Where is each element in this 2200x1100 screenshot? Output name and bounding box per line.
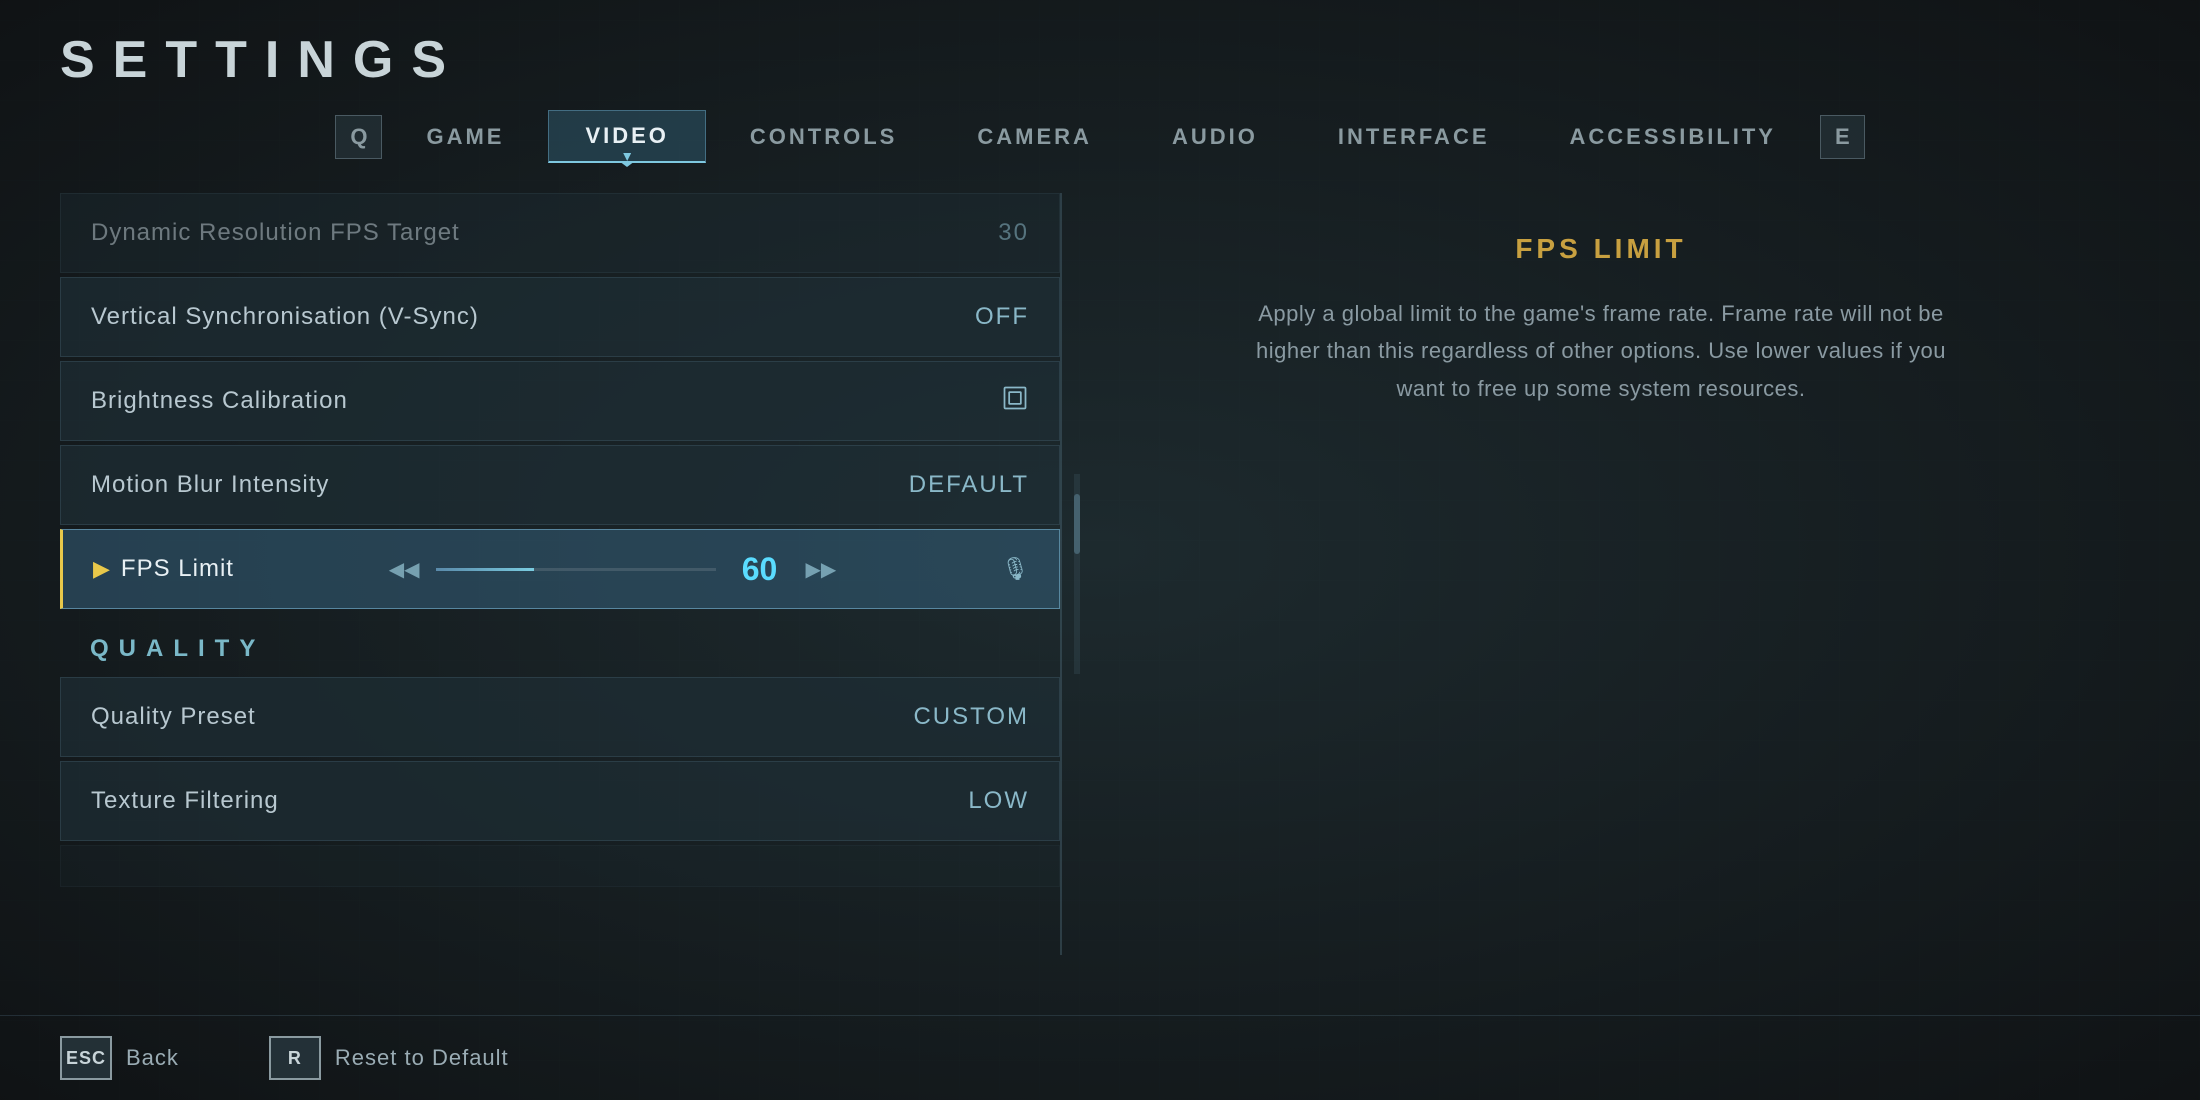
setting-row-texture-filtering[interactable]: Texture Filtering LOW <box>60 761 1060 841</box>
setting-row-brightness[interactable]: Brightness Calibration <box>60 361 1060 441</box>
footer: ESC Back R Reset to Default <box>0 1015 2200 1100</box>
settings-panel: Dynamic Resolution FPS Target 30 Vertica… <box>60 193 1060 955</box>
quality-preset-label: Quality Preset <box>91 703 256 731</box>
active-tab-indicator <box>623 153 631 161</box>
dynamic-resolution-label: Dynamic Resolution FPS Target <box>91 219 460 247</box>
active-row-indicator: ▶ <box>93 556 111 582</box>
scrollbar-thumb <box>1074 494 1080 554</box>
fps-limit-slider-container[interactable]: ◀◀ 60 ▶▶ <box>389 551 837 588</box>
setting-row-fps-limit[interactable]: ▶ FPS Limit ◀◀ 60 ▶ <box>60 529 1060 609</box>
back-key-badge: ESC <box>60 1036 112 1080</box>
reset-label: Reset to Default <box>335 1045 509 1071</box>
setting-row-partial <box>60 845 1060 887</box>
fps-slider-value-group: 60 <box>436 551 790 588</box>
nav-bracket-right[interactable]: E <box>1820 115 1865 159</box>
info-description: Apply a global limit to the game's frame… <box>1251 295 1951 407</box>
fps-limit-label: FPS Limit <box>121 555 234 583</box>
content-area: Dynamic Resolution FPS Target 30 Vertica… <box>0 163 2200 1015</box>
tab-interface[interactable]: INTERFACE <box>1302 112 1526 162</box>
page-title: SETTINGS <box>60 30 2140 90</box>
reset-key-badge: R <box>269 1036 321 1080</box>
scrollbar[interactable] <box>1074 474 1080 674</box>
tab-accessibility[interactable]: ACCESSIBILITY <box>1534 112 1812 162</box>
tab-audio[interactable]: AUDIO <box>1136 112 1294 162</box>
texture-filtering-label: Texture Filtering <box>91 787 279 815</box>
slider-arrow-right[interactable]: ▶▶ <box>806 557 837 582</box>
tab-controls[interactable]: CONTROLS <box>714 112 933 162</box>
mic-icon: 🎙 <box>1001 556 1029 582</box>
info-title: FPS LIMIT <box>1251 233 1951 265</box>
back-button[interactable]: ESC Back <box>60 1036 179 1080</box>
slider-arrow-left[interactable]: ◀◀ <box>389 557 420 582</box>
info-panel: FPS LIMIT Apply a global limit to the ga… <box>1062 193 2140 955</box>
setting-row-vsync[interactable]: Vertical Synchronisation (V-Sync) OFF <box>60 277 1060 357</box>
slider-track-group <box>436 568 716 571</box>
motion-blur-value: DEFAULT <box>909 471 1029 499</box>
nav-tabs: Q GAME VIDEO CONTROLS CAMERA AUDIO INTER… <box>0 90 2200 163</box>
reset-button[interactable]: R Reset to Default <box>269 1036 509 1080</box>
quality-section-header: QUALITY <box>60 613 1060 673</box>
texture-filtering-value: LOW <box>968 787 1029 815</box>
fps-slider-track[interactable] <box>436 568 716 571</box>
calibration-icon <box>1001 384 1029 419</box>
setting-row-motion-blur[interactable]: Motion Blur Intensity DEFAULT <box>60 445 1060 525</box>
fps-limit-name-group: ▶ FPS Limit <box>93 555 234 583</box>
vsync-value: OFF <box>975 303 1029 331</box>
setting-row-dynamic-resolution[interactable]: Dynamic Resolution FPS Target 30 <box>60 193 1060 273</box>
vsync-label: Vertical Synchronisation (V-Sync) <box>91 303 479 331</box>
tab-video[interactable]: VIDEO <box>548 110 705 163</box>
nav-bracket-left[interactable]: Q <box>335 115 382 159</box>
motion-blur-label: Motion Blur Intensity <box>91 471 329 499</box>
quality-preset-value: CUSTOM <box>913 703 1029 731</box>
brightness-label: Brightness Calibration <box>91 387 348 415</box>
fps-slider-fill <box>436 568 534 571</box>
tab-game[interactable]: GAME <box>390 112 540 162</box>
back-label: Back <box>126 1045 179 1071</box>
settings-list: Dynamic Resolution FPS Target 30 Vertica… <box>60 193 1060 955</box>
fps-limit-value: 60 <box>730 551 790 588</box>
info-content: FPS LIMIT Apply a global limit to the ga… <box>1251 213 1951 407</box>
tab-camera[interactable]: CAMERA <box>941 112 1128 162</box>
dynamic-resolution-value: 30 <box>998 219 1029 247</box>
setting-row-quality-preset[interactable]: Quality Preset CUSTOM <box>60 677 1060 757</box>
